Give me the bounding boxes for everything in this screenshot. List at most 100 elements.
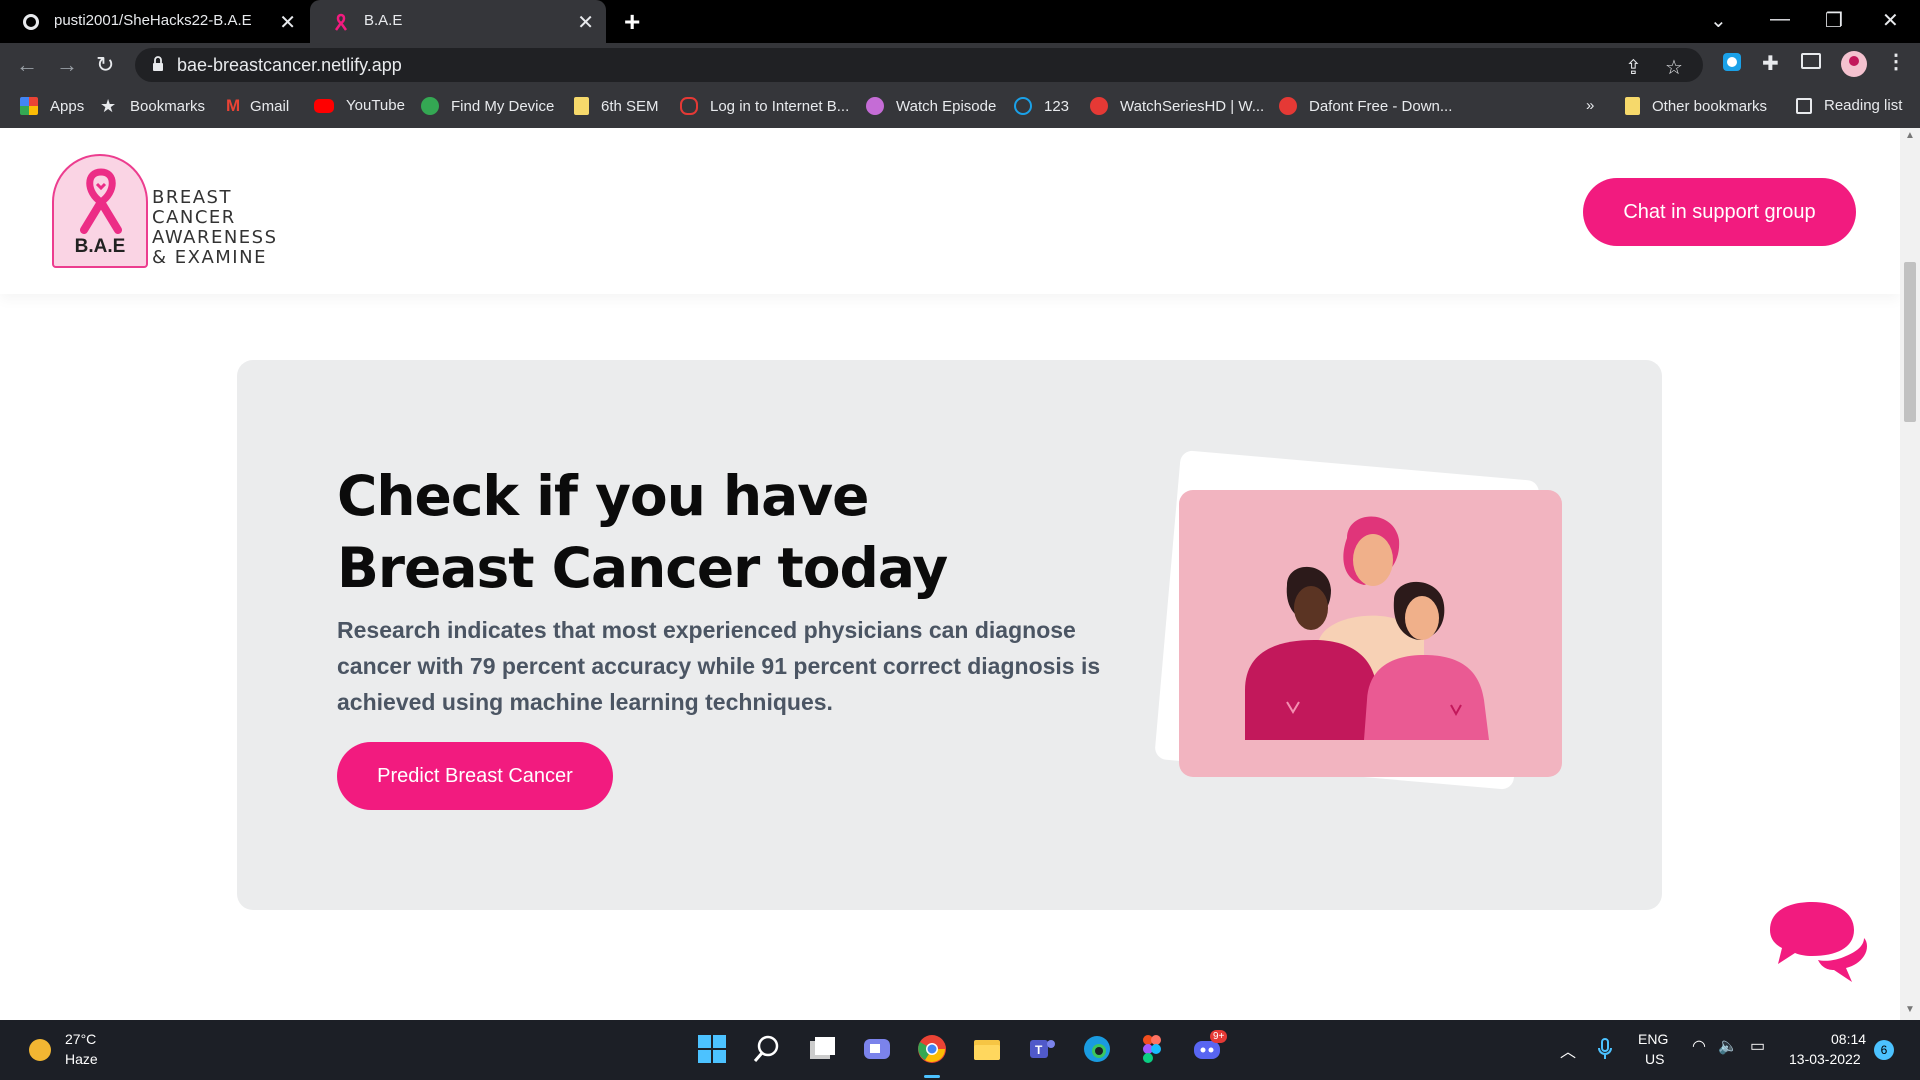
wifi-icon[interactable]: ◠: [1692, 1036, 1706, 1056]
chat-support-group-button[interactable]: Chat in support group: [1583, 178, 1856, 246]
bookmark-bookmarks[interactable]: ★ Bookmarks: [100, 97, 205, 115]
extension-icon[interactable]: [1722, 52, 1742, 72]
lock-icon: [153, 56, 163, 71]
clock-time[interactable]: 08:14: [1831, 1031, 1866, 1047]
link-icon: [680, 97, 698, 115]
page-viewport: B.A.E BREAST CANCER AWARENESS & EXAMINE …: [0, 128, 1900, 1020]
windows-taskbar: 27°C Haze T 9+ ︿ ENG US ◠ 🔈 ▭ 08:14 13-0…: [0, 1020, 1920, 1080]
logo-line: AWARENESS: [152, 227, 278, 248]
bookmark-label: Reading list: [1824, 97, 1903, 114]
scroll-down-icon[interactable]: ▼: [1905, 1004, 1915, 1015]
bookmark-internet-banking[interactable]: Log in to Internet B...: [680, 97, 849, 115]
restore-button[interactable]: ❐: [1825, 8, 1843, 33]
page-scrollbar[interactable]: ▲ ▼: [1900, 128, 1920, 1020]
chrome-icon[interactable]: [917, 1034, 947, 1064]
bookmark-label: Gmail: [250, 97, 290, 115]
find-device-icon: [421, 97, 439, 115]
tab-title: B.A.E: [364, 12, 403, 29]
bookmark-label: Apps: [50, 97, 85, 115]
youtube-icon: [314, 98, 334, 113]
teams-chat-icon[interactable]: [862, 1034, 892, 1064]
logo-badge[interactable]: B.A.E: [52, 154, 148, 268]
bookmark-6th-sem[interactable]: 6th SEM: [574, 97, 659, 115]
bookmark-star-icon[interactable]: ☆: [1665, 55, 1683, 80]
browser-tab-bar: pusti2001/SheHacks22-B.A.E ✕ B.A.E ✕ + ⌄…: [0, 0, 1920, 43]
tab-bae[interactable]: B.A.E ✕: [310, 0, 606, 43]
folder-icon: [1625, 97, 1640, 115]
hero-title: Check if you have Breast Cancer today: [337, 464, 948, 600]
new-tab-button[interactable]: +: [624, 6, 640, 38]
gmail-icon: M: [226, 96, 241, 115]
figma-icon[interactable]: [1137, 1034, 1167, 1064]
reading-list-icon: [1796, 97, 1812, 114]
reload-icon[interactable]: ↻: [96, 52, 114, 78]
share-icon[interactable]: ⇪: [1625, 55, 1642, 80]
bookmark-gmail[interactable]: M Gmail: [226, 97, 289, 115]
bookmark-find-my-device[interactable]: Find My Device: [421, 97, 554, 115]
logo-line: BREAST: [152, 187, 232, 208]
weather-temperature: 27°C: [65, 1031, 97, 1047]
bookmark-watch-episode[interactable]: Watch Episode: [866, 97, 996, 115]
github-icon: [23, 14, 39, 30]
reading-list-button[interactable]: Reading list: [1796, 97, 1902, 114]
scrollbar-thumb[interactable]: [1904, 262, 1916, 422]
language-indicator[interactable]: ENG: [1638, 1031, 1668, 1047]
bookmark-label: Watch Episode: [896, 97, 997, 115]
address-bar[interactable]: bae-breastcancer.netlify.app ⇪ ☆: [135, 48, 1703, 82]
profile-avatar-icon[interactable]: [1840, 50, 1868, 78]
minimize-button[interactable]: —: [1770, 8, 1790, 31]
close-window-button[interactable]: ✕: [1882, 8, 1899, 33]
chat-bubbles-icon[interactable]: [1760, 898, 1870, 988]
discord-badge: 9+: [1210, 1030, 1228, 1043]
close-tab-icon[interactable]: ✕: [279, 10, 296, 35]
region-indicator[interactable]: US: [1645, 1051, 1664, 1067]
bookmarks-bar: Apps ★ Bookmarks M Gmail YouTube Find My…: [0, 87, 1920, 128]
bookmarks-overflow-button[interactable]: »: [1586, 97, 1594, 114]
volume-icon[interactable]: 🔈: [1718, 1036, 1738, 1056]
forward-icon[interactable]: →: [56, 52, 78, 78]
clock-date[interactable]: 13-03-2022: [1789, 1051, 1861, 1067]
bookmark-watchserieshd[interactable]: WatchSeriesHD | W...: [1090, 97, 1264, 115]
show-hidden-icons[interactable]: ︿: [1560, 1038, 1576, 1062]
bookmark-label: Find My Device: [451, 97, 555, 115]
bookmark-label: YouTube: [346, 97, 405, 114]
back-icon[interactable]: ←: [16, 52, 38, 78]
apps-grid-icon: [20, 97, 38, 115]
task-view-icon[interactable]: [807, 1034, 837, 1064]
bookmark-label: 123: [1044, 97, 1070, 115]
chrome-menu-icon[interactable]: ⋮: [1886, 49, 1906, 74]
battery-icon[interactable]: ▭: [1750, 1036, 1765, 1056]
edge-icon[interactable]: [1082, 1034, 1112, 1064]
address-bar-row: ← → ↻ bae-breastcancer.netlify.app ⇪ ☆ ✚…: [0, 43, 1920, 87]
extensions-puzzle-icon[interactable]: ✚: [1762, 51, 1779, 76]
search-icon[interactable]: [752, 1034, 782, 1064]
windows-start-icon[interactable]: [697, 1034, 727, 1064]
logo-abbreviation: B.A.E: [74, 236, 126, 257]
close-tab-icon[interactable]: ✕: [577, 10, 594, 35]
file-explorer-icon[interactable]: [972, 1034, 1002, 1064]
bookmark-label: Log in to Internet B...: [710, 97, 850, 115]
url-text: bae-breastcancer.netlify.app: [177, 55, 402, 75]
bookmark-dafont[interactable]: Dafont Free - Down...: [1279, 97, 1452, 115]
play-red-icon: [1090, 97, 1108, 115]
microphone-icon[interactable]: [1598, 1038, 1612, 1060]
teams-icon[interactable]: T: [1027, 1034, 1057, 1064]
play-circle-icon: [1014, 97, 1032, 115]
weather-description: Haze: [65, 1051, 98, 1067]
tab-github[interactable]: pusti2001/SheHacks22-B.A.E ✕: [0, 0, 308, 43]
logo-line: & EXAMINE: [152, 247, 267, 268]
star-icon: ★: [100, 96, 117, 116]
bookmark-apps[interactable]: Apps: [20, 97, 84, 115]
bookmark-label: WatchSeriesHD | W...: [1120, 97, 1265, 115]
weather-sun-icon[interactable]: [28, 1038, 52, 1062]
bookmark-other-bookmarks[interactable]: Other bookmarks: [1625, 97, 1767, 115]
predict-breast-cancer-button[interactable]: Predict Breast Cancer: [337, 742, 613, 810]
bookmark-123[interactable]: 123: [1014, 97, 1069, 115]
scroll-up-icon[interactable]: ▲: [1905, 130, 1915, 141]
cast-icon[interactable]: [1800, 52, 1822, 72]
bookmark-youtube[interactable]: YouTube: [314, 97, 405, 114]
women-illustration: [1179, 490, 1562, 777]
notification-count-badge[interactable]: 6: [1874, 1040, 1894, 1060]
women-ribbon-illustration: [1245, 516, 1489, 740]
tab-search-icon[interactable]: ⌄: [1710, 8, 1727, 33]
